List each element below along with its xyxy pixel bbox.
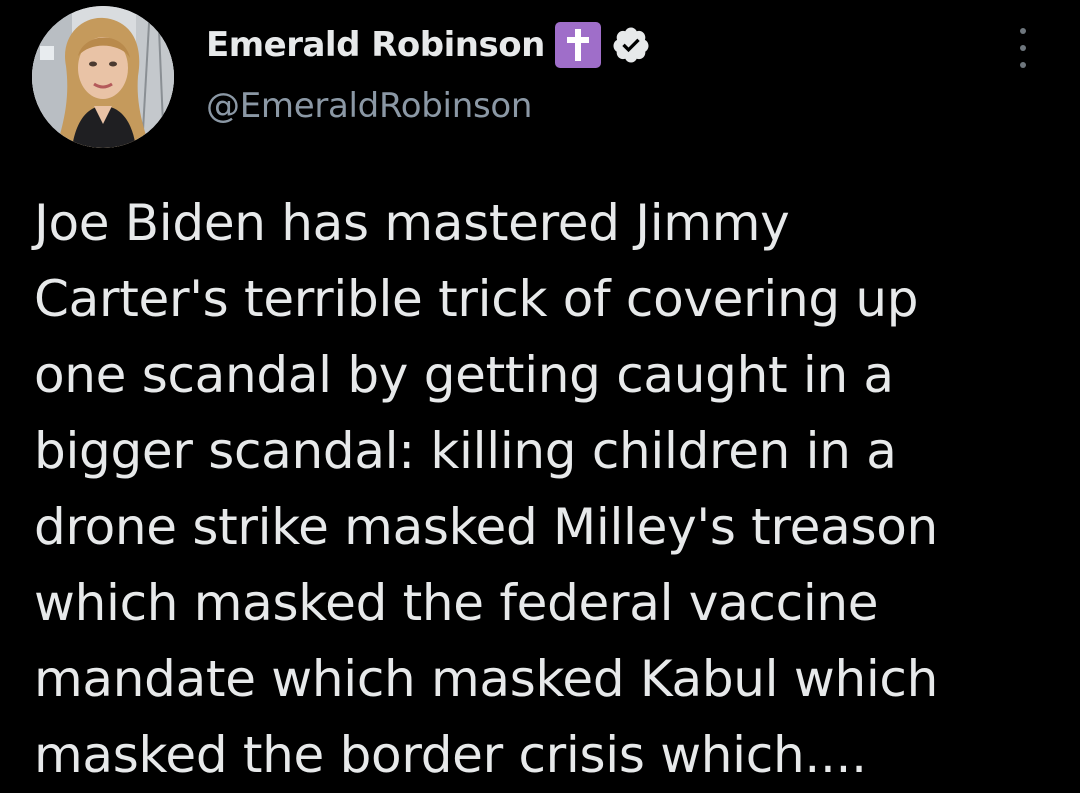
- tweet-text-line: masked the border crisis which....: [34, 726, 867, 784]
- tweet-text-line: mandate which masked Kabul which: [34, 650, 938, 708]
- avatar[interactable]: [32, 6, 174, 148]
- verified-checkmark-icon: [611, 25, 651, 65]
- tweet-text-line: which masked the federal vaccine: [34, 574, 879, 632]
- more-options-icon[interactable]: [1008, 28, 1038, 68]
- tweet-card: Emerald Robinson @EmeraldRobinson Joe Bi…: [0, 0, 1080, 784]
- tweet-text-line: Joe Biden has mastered Jimmy: [34, 194, 790, 252]
- tweet-text-line: Carter's terrible trick of covering up: [34, 270, 919, 328]
- user-handle[interactable]: @EmeraldRobinson: [206, 86, 532, 126]
- more-dot: [1020, 62, 1026, 68]
- display-name[interactable]: Emerald Robinson: [206, 25, 545, 65]
- tweet-text-line: bigger scandal: killing children in a: [34, 422, 897, 480]
- tweet-text: Joe Biden has mastered Jimmy Carter's te…: [34, 185, 1054, 793]
- more-dot: [1020, 45, 1026, 51]
- latin-cross-icon: [554, 22, 601, 68]
- tweet-text-line: one scandal by getting caught in a: [34, 346, 894, 404]
- tweet-text-line: drone strike masked Milley's treason: [34, 498, 938, 556]
- name-row: Emerald Robinson: [206, 20, 651, 70]
- avatar-image: [32, 6, 174, 148]
- more-dot: [1020, 28, 1026, 34]
